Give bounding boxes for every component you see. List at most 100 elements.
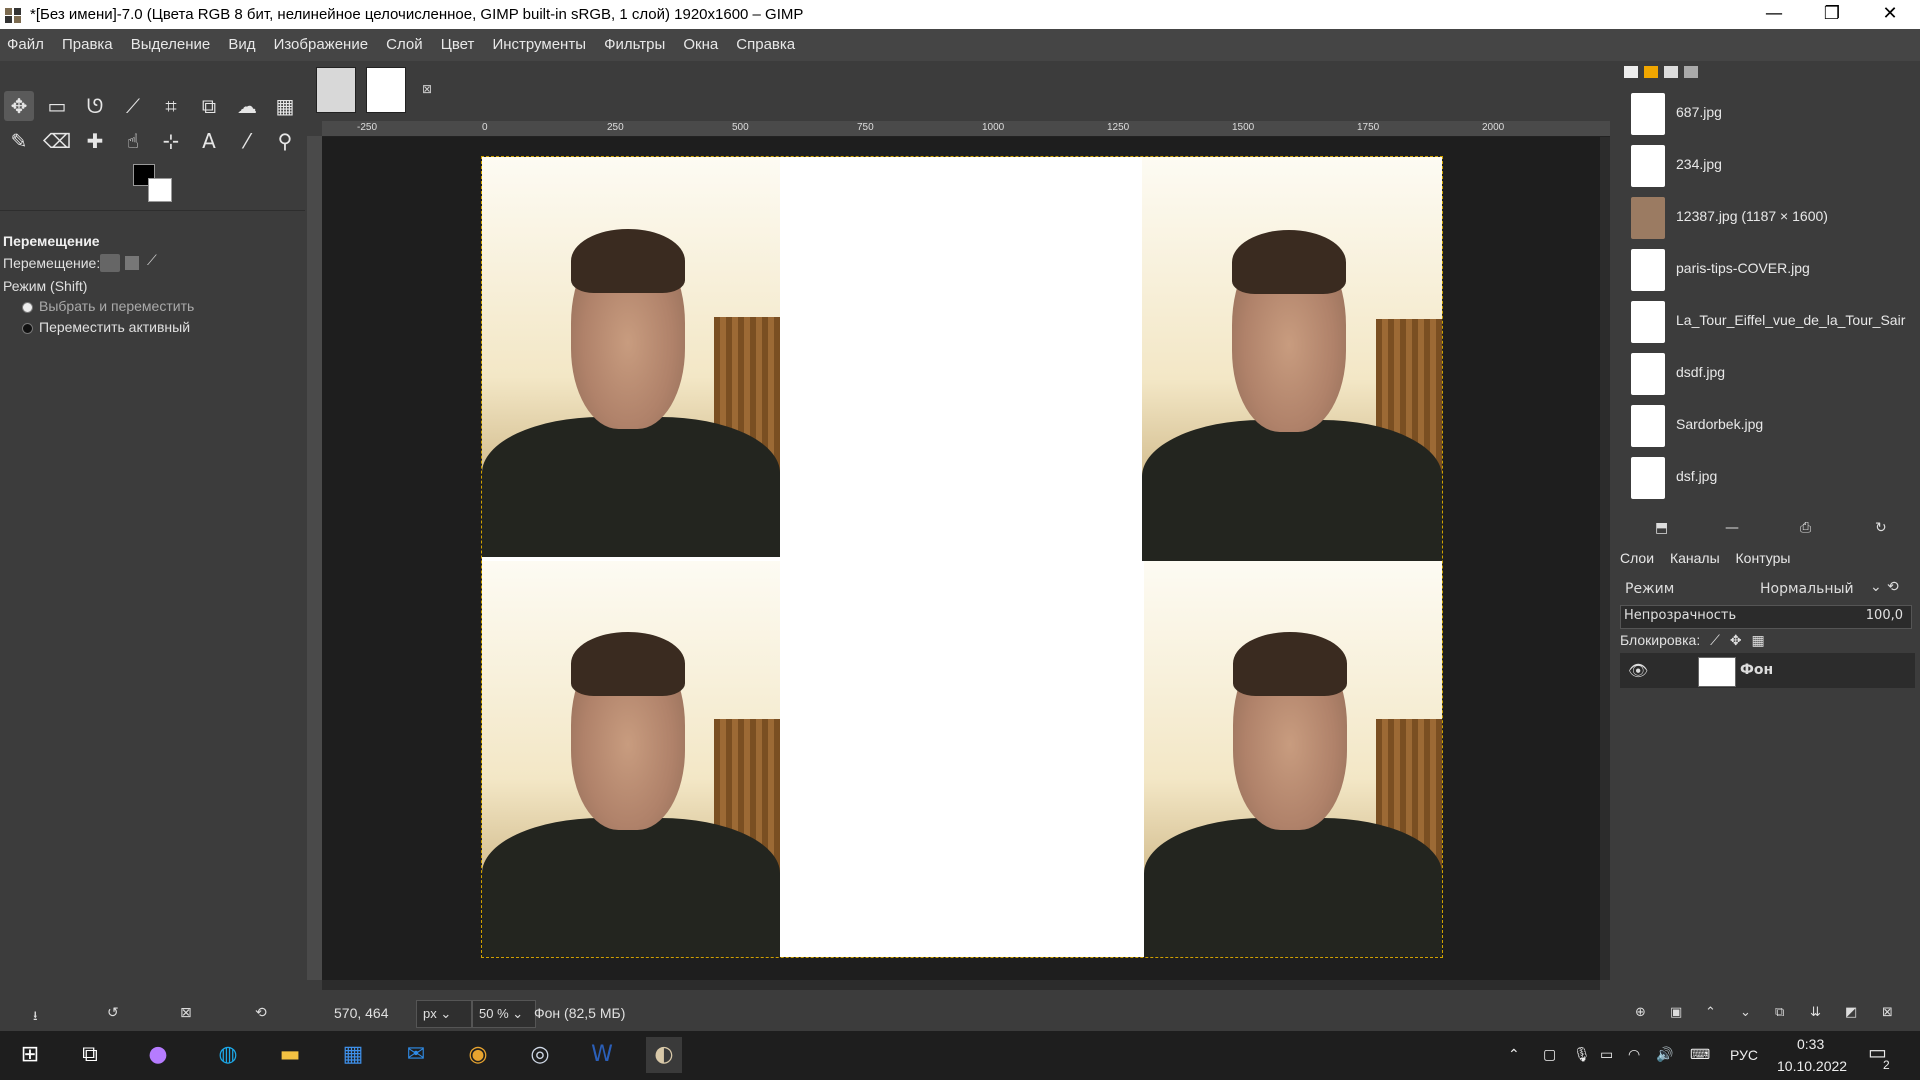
document-item[interactable]: Sardorbek.jpg [1625,400,1915,450]
document-item[interactable]: 687.jpg [1625,88,1915,138]
heal-tool-icon[interactable]: ✚ [80,126,110,156]
menu-filters[interactable]: Фильтры [598,29,671,61]
move-path-toggle[interactable]: ⟋ [147,253,157,269]
windows-start-icon[interactable]: ⊞ [12,1037,48,1073]
menu-layer[interactable]: Слой [380,29,428,61]
document-item[interactable]: 12387.jpg (1187 × 1600) [1625,192,1915,242]
steam-icon[interactable]: ◎ [522,1037,558,1073]
lasso-tool-icon[interactable]: ᘎ [80,91,110,121]
menu-windows[interactable]: Окна [677,29,724,61]
radio-pick-layer[interactable] [22,302,33,313]
merge-layer-icon[interactable]: ⇊ [1810,1005,1821,1020]
opacity-slider[interactable]: Непрозрачность 100,0 [1620,605,1912,629]
eraser-tool-icon[interactable]: ⌫ [42,126,72,156]
show-hidden-icons[interactable]: ⌃ [1508,1046,1520,1063]
tab-patterns[interactable] [1644,66,1658,78]
restore-button[interactable]: ❐ [1803,0,1861,29]
tab-paths[interactable]: Контуры [1736,550,1791,566]
vertical-scrollbar[interactable] [1600,137,1610,980]
document-item[interactable]: La_Tour_Eiffel_vue_de_la_Tour_Sair [1625,296,1915,346]
document-item[interactable]: 234.jpg [1625,140,1915,190]
radio-move-active[interactable] [22,323,33,334]
meet-now-icon[interactable]: ▢ [1543,1046,1556,1063]
menu-color[interactable]: Цвет [435,29,481,61]
duplicate-layer-icon[interactable]: ⧉ [1775,1005,1784,1020]
unit-select[interactable]: px ⌄ [416,1000,472,1028]
menu-tools[interactable]: Инструменты [486,29,592,61]
image-tab-1[interactable] [316,67,356,113]
menu-view[interactable]: Вид [222,29,261,61]
text-tool-icon[interactable]: A [194,126,224,156]
new-layer-group-icon[interactable]: ▣ [1670,1005,1682,1020]
menu-select[interactable]: Выделение [125,29,216,61]
mode-switch-icon[interactable]: ⟲ [1887,579,1899,595]
image-tab-2[interactable] [366,67,406,113]
clock-date[interactable]: 10.10.2022 [1777,1058,1847,1074]
language-indicator[interactable]: РУС [1730,1047,1758,1063]
alice-assistant-icon[interactable]: ● [140,1037,176,1073]
edge-browser-icon[interactable]: ◍ [210,1037,246,1073]
paths-tool-icon[interactable]: ⊹ [156,126,186,156]
refresh-icon[interactable]: ↻ [1875,520,1887,536]
menu-edit[interactable]: Правка [56,29,119,61]
horizontal-scrollbar[interactable] [322,980,1600,990]
new-layer-icon[interactable]: ⊕ [1635,1005,1646,1020]
zoom-select[interactable]: 50 % ⌄ [472,1000,536,1028]
layer-mask-icon[interactable]: ◩ [1845,1005,1857,1020]
tab-images[interactable] [1624,66,1638,78]
menu-file[interactable]: Файл [1,29,50,61]
move-tool-icon[interactable]: ✥ [4,91,34,121]
raise-layer-icon[interactable]: ⌃ [1705,1005,1716,1020]
chrome-icon[interactable]: ◉ [460,1037,496,1073]
smudge-tool-icon[interactable]: ☝ [118,126,148,156]
layer-row[interactable]: 👁 Фон [1620,653,1915,688]
tab-fonts[interactable] [1664,66,1678,78]
save-options-icon[interactable]: ⭳ [33,1007,38,1029]
close-tab-icon[interactable]: ⊠ [422,82,432,96]
microsoft-store-icon[interactable]: ▦ [335,1037,371,1073]
volume-icon[interactable]: 🔊 [1656,1046,1673,1063]
lock-position-icon[interactable]: ✥ [1730,632,1742,648]
pencil-tool-icon[interactable]: ✎ [4,126,34,156]
clock-time[interactable]: 0:33 [1797,1036,1824,1052]
mode-select[interactable]: Нормальный [1760,581,1854,597]
move-layer-toggle[interactable] [100,254,120,272]
lock-alpha-icon[interactable]: ▦ [1751,632,1764,648]
warp-tool-icon[interactable]: ☁ [232,91,262,121]
keyboard-icon[interactable]: ⌨ [1690,1046,1710,1063]
gimp-taskbar-icon[interactable]: ◐ [646,1037,682,1073]
microphone-icon[interactable]: 🎙 [1573,1046,1591,1063]
word-icon[interactable]: W [584,1037,620,1073]
file-explorer-icon[interactable]: ▬ [272,1037,308,1073]
menu-image[interactable]: Изображение [268,29,375,61]
fuzzy-select-tool-icon[interactable]: ⟋ [118,91,148,121]
open-document-icon[interactable]: ⬒ [1655,520,1668,536]
transform-tool-icon[interactable]: ⧉ [194,91,224,121]
remove-document-icon[interactable]: — [1725,520,1739,536]
tab-channels[interactable]: Каналы [1670,550,1720,566]
menu-help[interactable]: Справка [730,29,801,61]
close-button[interactable]: ✕ [1861,0,1919,29]
rect-select-tool-icon[interactable]: ▭ [42,91,72,121]
gradient-tool-icon[interactable]: ▦ [270,91,300,121]
delete-options-icon[interactable]: ⊠ [180,1005,192,1021]
move-selection-toggle[interactable] [125,256,139,270]
mail-icon[interactable]: ✉ [398,1037,434,1073]
document-item[interactable]: paris-tips-COVER.jpg [1625,244,1915,294]
crop-tool-icon[interactable]: ⌗ [156,91,186,121]
reset-options-icon[interactable]: ⟲ [255,1005,267,1021]
battery-icon[interactable]: ▭ [1600,1046,1613,1063]
lock-pixels-icon[interactable]: ⟋ [1710,632,1720,648]
background-color-swatch[interactable] [148,178,172,202]
tab-documents[interactable] [1684,66,1698,78]
delete-layer-icon[interactable]: ⊠ [1882,1005,1893,1020]
minimize-button[interactable]: — [1745,0,1803,29]
clear-history-icon[interactable]: ⎙ [1800,520,1811,536]
zoom-tool-icon[interactable]: ⚲ [270,126,300,156]
document-item[interactable]: dsdf.jpg [1625,348,1915,398]
tab-layers[interactable]: Слои [1620,550,1654,566]
image-canvas[interactable] [481,156,1443,958]
lower-layer-icon[interactable]: ⌄ [1740,1005,1751,1020]
task-view-icon[interactable]: ⧉ [72,1037,108,1073]
document-item[interactable]: dsf.jpg [1625,452,1915,502]
